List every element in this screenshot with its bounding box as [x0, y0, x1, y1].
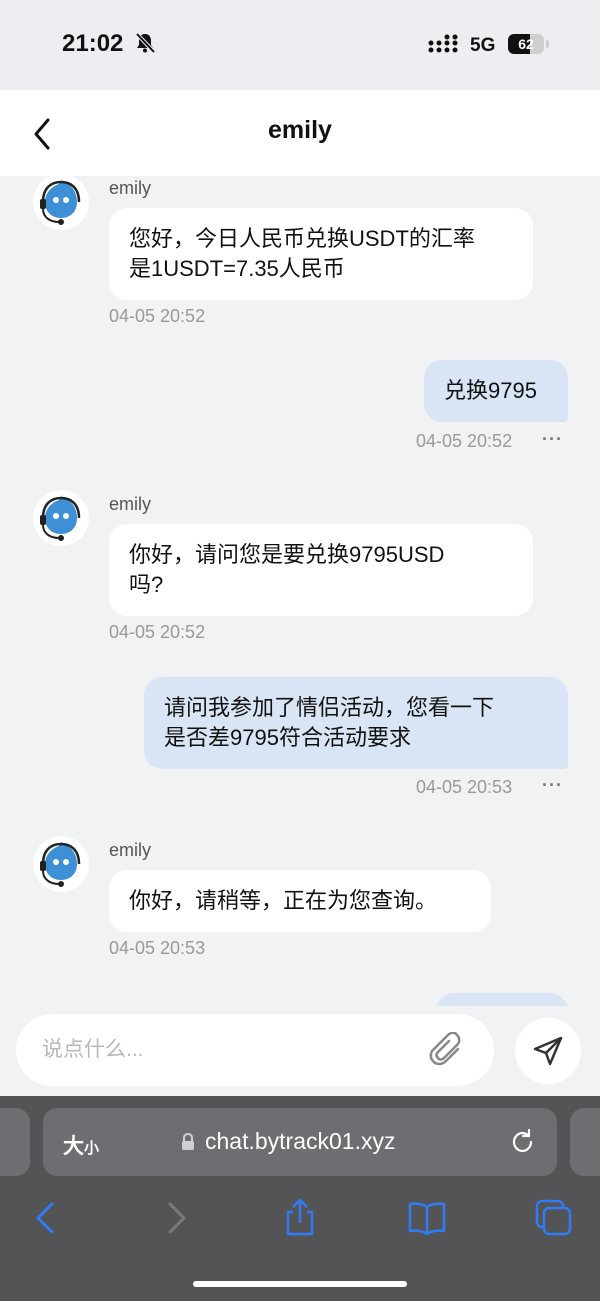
- send-button[interactable]: [515, 1018, 581, 1084]
- message-text-line: 吗?: [129, 572, 164, 597]
- home-indicator[interactable]: [193, 1281, 407, 1287]
- message-bubble-outgoing[interactable]: 兑换9795: [424, 360, 568, 422]
- message-timestamp: 04-05 20:53: [416, 777, 513, 797]
- message-text-line: 兑换9795: [444, 378, 537, 403]
- tabs-icon: [535, 1199, 572, 1236]
- text-size-button[interactable]: 大小: [63, 1130, 99, 1160]
- next-tab-peek[interactable]: [570, 1108, 600, 1176]
- attach-button[interactable]: [428, 1031, 466, 1070]
- message-text-line: 你好，请稍等，正在为您查询。: [129, 888, 438, 913]
- bell-slash-icon: [134, 32, 156, 59]
- status-time: 21:02: [62, 30, 124, 57]
- previous-tab-peek[interactable]: [0, 1108, 30, 1176]
- message-input[interactable]: [16, 1014, 494, 1086]
- message-composer: [0, 1006, 600, 1096]
- nav-forward-icon: [168, 1202, 186, 1234]
- reload-icon: [512, 1128, 533, 1153]
- sender-name: emily: [109, 494, 152, 514]
- sender-name: emily: [109, 840, 152, 860]
- share-button[interactable]: [278, 1196, 322, 1240]
- chat-title: emily: [268, 116, 332, 144]
- message-timestamp: 04-05 20:52: [109, 306, 206, 326]
- battery-level: 62: [518, 36, 534, 52]
- message-bubble[interactable]: 你好，请稍等，正在为您查询。: [109, 870, 491, 932]
- avatar-icon[interactable]: [33, 490, 89, 546]
- browser-forward-button[interactable]: [156, 1196, 200, 1240]
- message-text-line: 你好，请问您是要兑换9795USD: [129, 542, 445, 567]
- bookmarks-icon: [408, 1202, 446, 1236]
- message-text-line: 请问我参加了情侣活动，您看一下: [164, 695, 495, 720]
- battery-nub: [546, 40, 549, 48]
- send-icon: [533, 1036, 563, 1066]
- browser-toolbar: 大小 chat.bytrack01.xyz: [0, 1096, 600, 1301]
- more-options-icon[interactable]: ···: [542, 775, 563, 796]
- text-size-big: 大: [63, 1135, 84, 1158]
- network-type: 5G: [470, 35, 496, 56]
- sender-name: emily: [109, 178, 152, 198]
- nav-back-icon: [36, 1202, 54, 1234]
- address-bar[interactable]: 大小 chat.bytrack01.xyz: [43, 1108, 557, 1176]
- status-bar: 21:02 5G 62: [0, 0, 600, 90]
- message-bubble-outgoing[interactable]: 请问我参加了情侣活动，您看一下 是否差9795符合活动要求: [144, 677, 568, 769]
- signal-icon: [428, 34, 462, 59]
- paperclip-icon: [429, 1031, 461, 1066]
- message-bubble-outgoing-partial[interactable]: [436, 993, 568, 1006]
- more-options-icon[interactable]: ···: [542, 429, 563, 450]
- message-timestamp: 04-05 20:52: [109, 622, 206, 642]
- url-text: chat.bytrack01.xyz: [205, 1128, 396, 1154]
- reload-button[interactable]: [509, 1128, 537, 1161]
- message-list[interactable]: emily 您好，今日人民币兑换USDT的汇率 是1USDT=7.35人民币 0…: [0, 176, 600, 1006]
- chat-header: emily: [0, 90, 600, 176]
- message-timestamp: 04-05 20:52: [416, 431, 513, 451]
- share-icon: [286, 1198, 314, 1236]
- message-text-line: 是1USDT=7.35人民币: [129, 256, 345, 281]
- message-bubble[interactable]: 你好，请问您是要兑换9795USD 吗?: [109, 524, 533, 616]
- avatar-icon[interactable]: [33, 176, 89, 230]
- browser-back-button[interactable]: [26, 1196, 70, 1240]
- battery-indicator: 62: [508, 34, 544, 54]
- avatar-icon[interactable]: [33, 836, 89, 892]
- message-timestamp: 04-05 20:53: [109, 938, 206, 958]
- tabs-button[interactable]: [532, 1196, 576, 1240]
- lock-icon: [181, 1132, 195, 1156]
- message-text-line: 是否差9795符合活动要求: [164, 725, 411, 750]
- message-text-line: 您好，今日人民币兑换USDT的汇率: [129, 226, 475, 251]
- text-size-small: 小: [84, 1140, 100, 1157]
- message-bubble[interactable]: 您好，今日人民币兑换USDT的汇率 是1USDT=7.35人民币: [109, 208, 533, 300]
- bookmarks-button[interactable]: [405, 1196, 449, 1240]
